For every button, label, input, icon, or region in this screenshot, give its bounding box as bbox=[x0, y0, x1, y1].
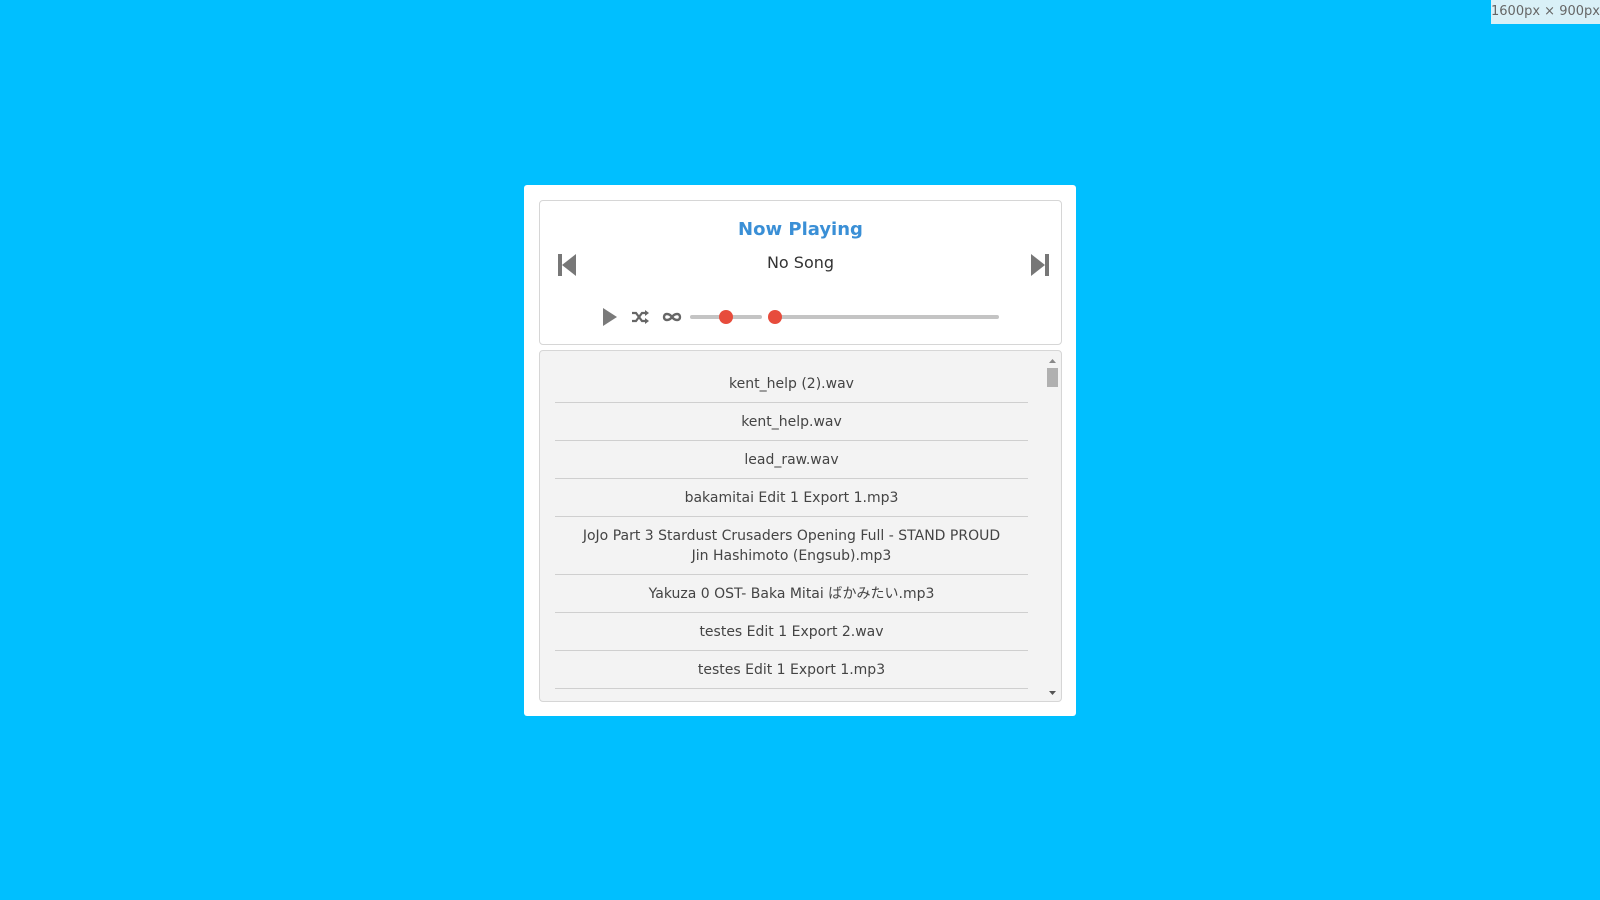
scroll-down-button[interactable] bbox=[1044, 685, 1061, 699]
music-player-card: Now Playing No Song kent_help (2).wav ke… bbox=[524, 185, 1076, 716]
loop-button[interactable] bbox=[661, 307, 683, 327]
playlist-track-item[interactable]: testes Edit 1 Export 1.mp3 bbox=[555, 651, 1028, 689]
shuffle-button[interactable] bbox=[629, 307, 651, 327]
playlist: kent_help (2).wav kent_help.wav lead_raw.w… bbox=[555, 365, 1028, 689]
current-song-name: No Song bbox=[766, 253, 835, 272]
infinity-icon bbox=[662, 312, 682, 322]
playlist-scrollbar[interactable] bbox=[1044, 351, 1061, 701]
playlist-track-item[interactable]: bakamitai Edit 1 Export 1.mp3 bbox=[555, 479, 1028, 517]
playlist-track-item[interactable]: testes Edit 1 Export 2.wav bbox=[555, 613, 1028, 651]
playlist-track-item[interactable]: Yakuza 0 OST- Baka Mitai ばかみたい.mp3 bbox=[555, 575, 1028, 613]
viewport-size-badge: 1600px × 900px bbox=[1491, 0, 1600, 24]
scroll-up-arrow-icon bbox=[1049, 359, 1056, 363]
playlist-track-item[interactable]: kent_help.wav bbox=[555, 403, 1028, 441]
scroll-down-arrow-icon bbox=[1049, 691, 1056, 695]
playlist-panel: kent_help (2).wav kent_help.wav lead_raw.w… bbox=[539, 350, 1062, 702]
playlist-track-item[interactable]: kent_help (2).wav bbox=[555, 365, 1028, 403]
play-icon bbox=[603, 308, 617, 326]
scrollbar-thumb[interactable] bbox=[1047, 368, 1058, 387]
skip-forward-icon bbox=[1031, 254, 1049, 276]
next-track-button[interactable] bbox=[1030, 253, 1050, 277]
seek-slider-thumb[interactable] bbox=[768, 310, 782, 324]
now-playing-panel: Now Playing No Song bbox=[539, 200, 1062, 345]
playlist-track-item[interactable]: lead_raw.wav bbox=[555, 441, 1028, 479]
shuffle-icon bbox=[632, 310, 649, 324]
volume-slider-thumb[interactable] bbox=[719, 310, 733, 324]
play-button[interactable] bbox=[598, 307, 620, 327]
scroll-up-button[interactable] bbox=[1044, 353, 1061, 367]
playlist-track-item[interactable]: JoJo Part 3 Stardust Crusaders Opening F… bbox=[555, 517, 1028, 575]
playback-controls bbox=[540, 305, 1061, 329]
seek-slider[interactable] bbox=[768, 310, 999, 324]
now-playing-title: Now Playing bbox=[738, 219, 863, 240]
volume-slider[interactable] bbox=[690, 310, 762, 324]
